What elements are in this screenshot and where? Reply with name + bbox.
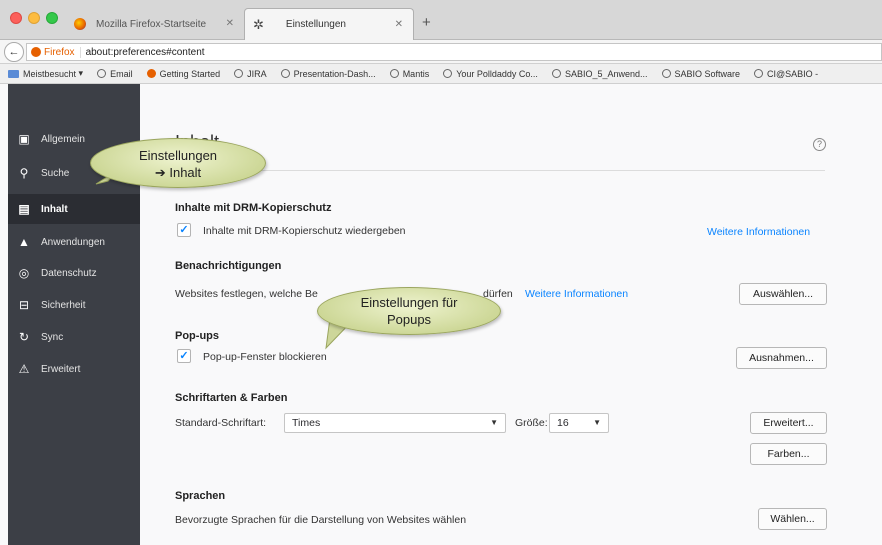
callout-popup-settings: Einstellungen für Popups bbox=[317, 287, 501, 335]
callout-settings-content: Einstellungen ➔ Inhalt bbox=[90, 138, 266, 188]
callout-tails bbox=[95, 169, 357, 350]
